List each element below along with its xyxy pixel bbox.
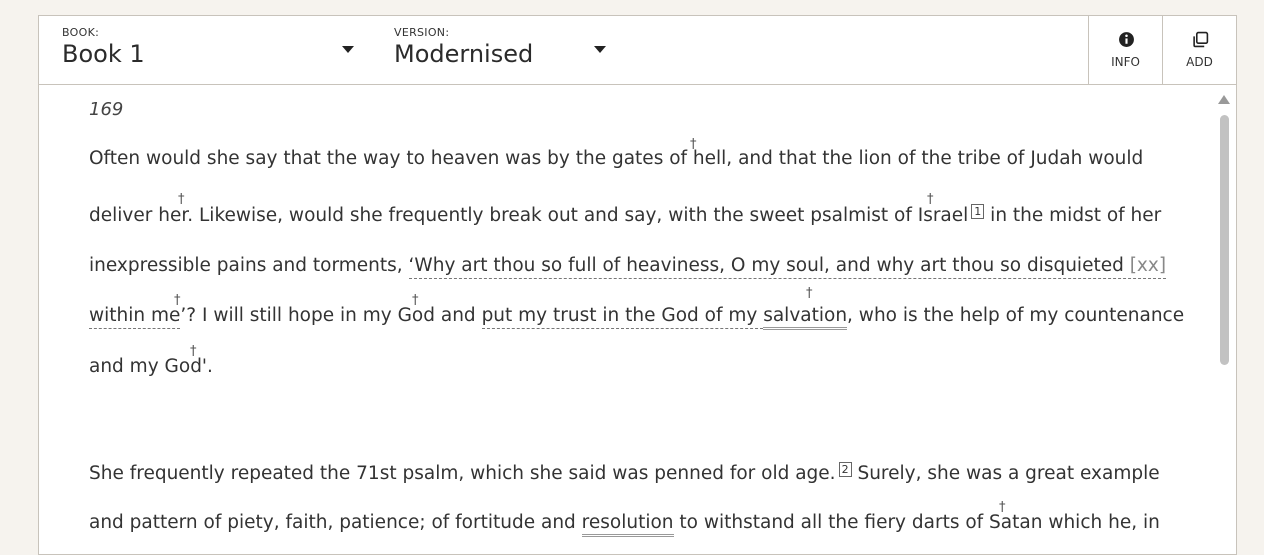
quotation-link[interactable]: ‘Why art thou so full of heaviness, O my… — [408, 255, 1167, 279]
copy-add-icon — [1193, 31, 1209, 48]
text-span: in the midst of her — [984, 205, 1162, 226]
text-span: to withstand all the fiery darts of Sata… — [673, 512, 1160, 533]
text-span: ’? I will still hope in my God and — [180, 305, 482, 326]
text-line: Often would she say that the way to heav… — [89, 148, 1143, 169]
document-content[interactable]: 169 Often would she say that the way to … — [39, 85, 1236, 554]
book-select-value[interactable]: Book 1 — [62, 40, 145, 68]
version-select[interactable]: VERSION: Modernised — [394, 16, 614, 84]
text-line: and pattern of piety, faith, patience; o… — [89, 512, 1160, 537]
toolbar: BOOK: Book 1 VERSION: Modernised INFO AD… — [39, 16, 1236, 85]
reader-panel: BOOK: Book 1 VERSION: Modernised INFO AD… — [38, 15, 1237, 555]
glossary-link[interactable]: salvation — [763, 305, 848, 330]
dagger-icon[interactable]: † — [690, 138, 697, 151]
dagger-icon[interactable]: † — [412, 294, 419, 307]
text-line: deliver her. Likewise, would she frequen… — [89, 204, 1161, 226]
footnote-marker[interactable]: 1 — [971, 204, 985, 219]
scroll-up-arrow-icon[interactable] — [1218, 95, 1230, 104]
add-button-label: ADD — [1186, 55, 1213, 69]
version-select-label: VERSION: — [394, 26, 450, 39]
text-span: deliver her. Likewise, would she frequen… — [89, 205, 969, 226]
text-span: and pattern of piety, faith, patience; o… — [89, 512, 582, 533]
text-span: Often would she say that the way to heav… — [89, 148, 1144, 169]
quotation-text: ‘Why art thou so full of heaviness, O my… — [408, 255, 1130, 276]
page-number: 169 — [89, 99, 124, 120]
dagger-icon[interactable]: † — [178, 193, 185, 206]
text-span: , who is the help of my countenance — [847, 305, 1185, 326]
text-line: and my God'. — [89, 356, 213, 377]
caret-down-icon[interactable] — [342, 46, 354, 53]
text-span: She frequently repeated the 71st psalm, … — [89, 463, 836, 484]
text-line: within me’? I will still hope in my God … — [89, 305, 1185, 330]
text-span: and my God'. — [89, 356, 213, 377]
footnote-marker[interactable]: 2 — [838, 462, 852, 477]
dagger-icon[interactable]: † — [999, 501, 1006, 514]
caret-down-icon[interactable] — [594, 46, 606, 53]
book-select[interactable]: BOOK: Book 1 — [62, 16, 362, 84]
info-circle-icon — [1119, 32, 1134, 47]
quotation-link[interactable]: put my trust in the God of my — [481, 305, 764, 329]
book-select-label: BOOK: — [62, 26, 100, 39]
info-button[interactable]: INFO — [1088, 16, 1162, 84]
add-button[interactable]: ADD — [1162, 16, 1236, 84]
quotation-link[interactable]: within me — [89, 305, 181, 329]
text-line: She frequently repeated the 71st psalm, … — [89, 462, 1160, 484]
dagger-icon[interactable]: † — [927, 193, 934, 206]
vertical-scrollbar[interactable] — [1218, 95, 1230, 554]
editorial-mark: [xx] — [1129, 255, 1167, 276]
info-button-label: INFO — [1111, 55, 1140, 69]
glossary-link[interactable]: resolution — [581, 512, 674, 537]
text-span: Surely, she was a great example — [851, 463, 1160, 484]
text-span: inexpressible pains and torments, — [89, 255, 409, 276]
dagger-icon[interactable]: † — [174, 294, 181, 307]
text-line: inexpressible pains and torments, ‘Why a… — [89, 255, 1167, 279]
version-select-value[interactable]: Modernised — [394, 40, 533, 68]
scroll-thumb[interactable] — [1220, 115, 1229, 365]
dagger-icon[interactable]: † — [190, 345, 197, 358]
dagger-icon[interactable]: † — [806, 287, 813, 300]
